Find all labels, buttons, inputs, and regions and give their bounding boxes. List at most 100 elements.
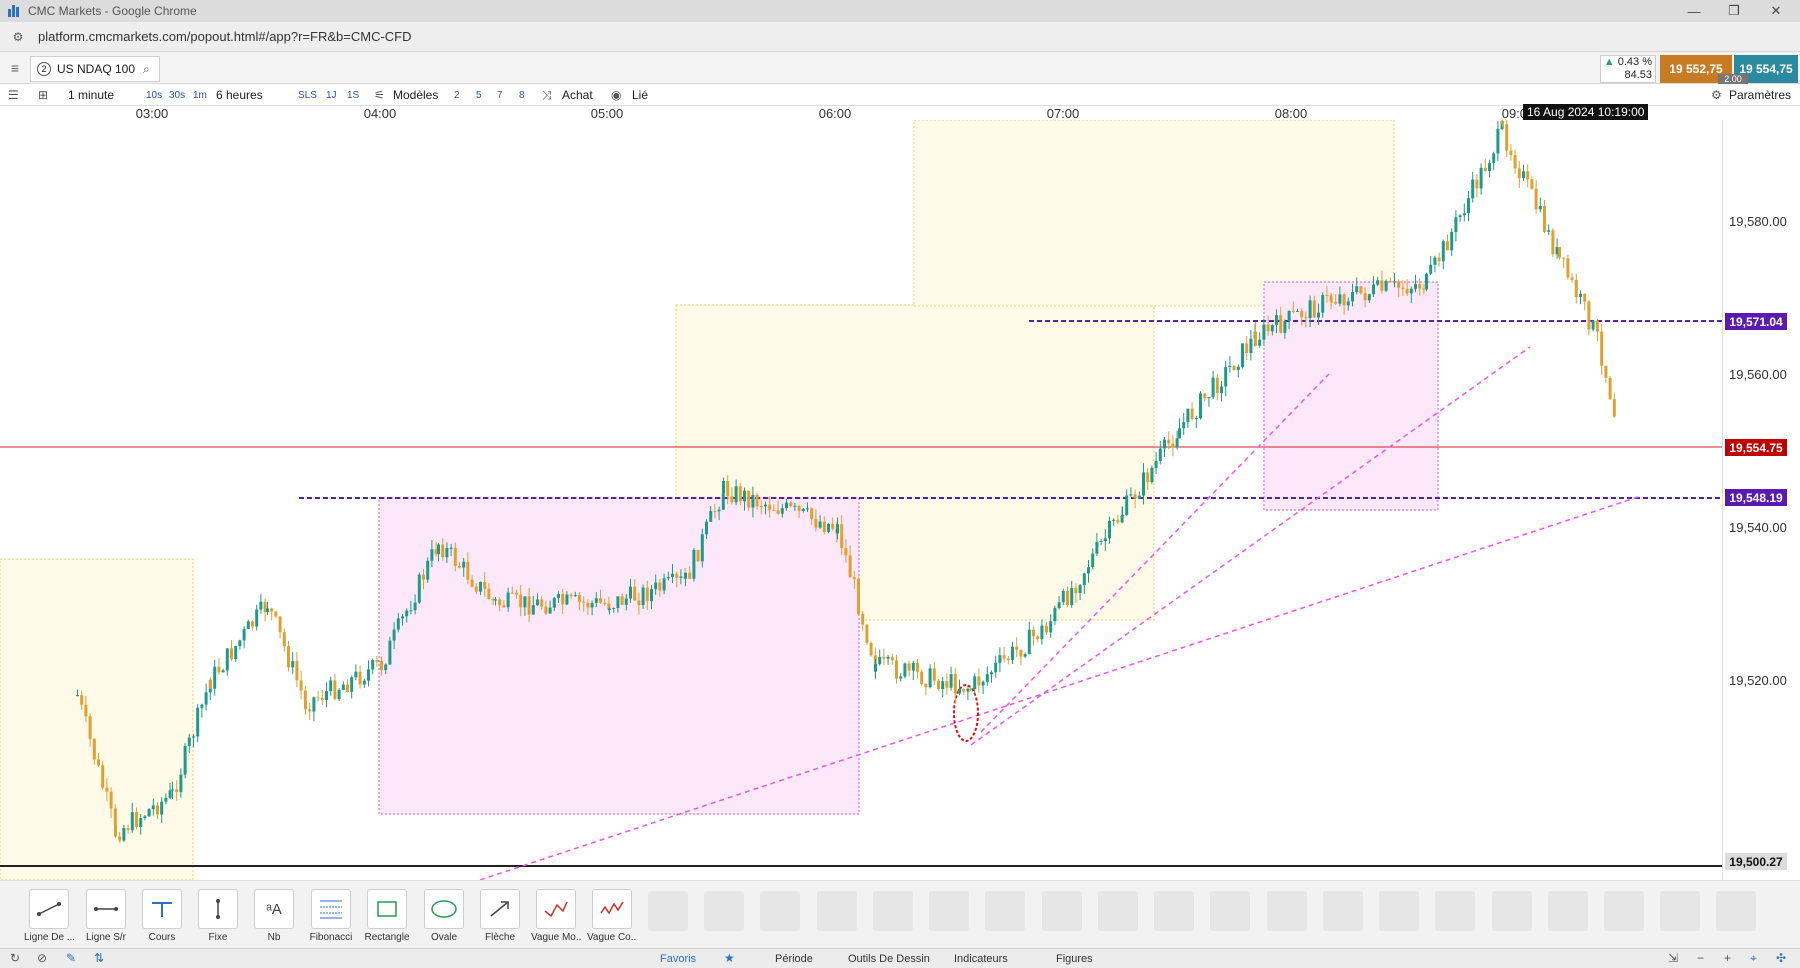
clear-icon[interactable]: ⊘ [37, 951, 47, 965]
candle [502, 605, 506, 608]
tool-arrow[interactable]: Flèche [475, 889, 525, 943]
candle [608, 608, 611, 610]
candle [266, 608, 269, 613]
instrument-tab[interactable]: 2 US NDAQ 100 ⌕ [30, 56, 160, 82]
candle [1296, 310, 1299, 312]
tool-sr-line[interactable]: Ligne S/r [81, 889, 131, 943]
empty-tool-slot[interactable] [760, 891, 800, 931]
minimize-icon[interactable]: — [1674, 0, 1714, 22]
interval-select[interactable]: 1 minute [68, 86, 114, 104]
empty-tool-slot[interactable] [929, 891, 969, 931]
zoom-out-icon[interactable]: − [1697, 951, 1704, 965]
models-button[interactable]: Modèles [393, 86, 438, 104]
empty-tool-slot[interactable] [648, 891, 688, 931]
candle [1291, 310, 1295, 312]
candle [772, 510, 776, 512]
candle [523, 596, 527, 608]
model-8[interactable]: 8 [519, 86, 525, 104]
quick-interval-30s[interactable]: 30s [169, 86, 185, 104]
empty-tool-slot[interactable] [704, 891, 744, 931]
trade-icon[interactable]: ⤨ [542, 86, 552, 104]
move-icon[interactable]: ✣ [1776, 951, 1786, 965]
tab-indicators[interactable]: Indicateurs [954, 951, 1008, 967]
url-text[interactable]: platform.cmcmarkets.com/popout.html#/app… [38, 29, 412, 44]
refresh-icon[interactable]: ↻ [10, 951, 20, 965]
zone-rect[interactable] [913, 119, 1395, 307]
tab-drawing-tools[interactable]: Outils De Dessin [848, 951, 930, 967]
quick-range-1j[interactable]: 1J [326, 86, 337, 104]
menu-icon[interactable]: ≡ [4, 58, 26, 78]
candle [1355, 286, 1359, 293]
zoom-in-icon[interactable]: + [1724, 951, 1731, 965]
candle [612, 608, 616, 610]
tab-figures[interactable]: Figures [1056, 951, 1093, 967]
candle [1372, 284, 1375, 295]
zone-rect[interactable] [0, 558, 194, 881]
crosshair-icon[interactable]: ⌖ [1750, 951, 1757, 966]
model-7[interactable]: 7 [497, 86, 503, 104]
tab-period[interactable]: Période [775, 951, 813, 967]
candle [1167, 439, 1171, 444]
layout-grid-icon[interactable]: ⊞ [38, 86, 48, 104]
empty-tool-slot[interactable] [1379, 891, 1419, 931]
tool-fibonacci[interactable]: Fibonacci [306, 889, 356, 943]
magnet-icon[interactable]: ⇅ [94, 951, 104, 965]
tool-fixed[interactable]: Fixe [193, 889, 243, 943]
candle [658, 582, 662, 591]
close-icon[interactable]: ✕ [1756, 0, 1796, 22]
tool-corrective-wave[interactable]: Vague Co... [587, 889, 637, 943]
site-settings-icon[interactable]: ⚙ [10, 29, 26, 45]
quick-range-1s[interactable]: 1S [347, 86, 359, 104]
list-icon[interactable]: ☰ [8, 86, 19, 104]
empty-tool-slot[interactable] [1604, 891, 1644, 931]
empty-tool-slot[interactable] [1267, 891, 1307, 931]
price-chart[interactable] [0, 119, 1722, 881]
empty-tool-slot[interactable] [873, 891, 913, 931]
tool-impulse-wave[interactable]: Vague Mo... [531, 889, 581, 943]
settings-gear-icon[interactable]: ⚙ [1711, 86, 1722, 104]
candlestick-chart[interactable] [0, 119, 1722, 881]
empty-tool-slot[interactable] [1716, 891, 1756, 931]
empty-tool-slot[interactable] [985, 891, 1025, 931]
empty-tool-slot[interactable] [1660, 891, 1700, 931]
search-icon[interactable]: ⌕ [143, 62, 150, 77]
pencil-icon[interactable]: ✎ [66, 951, 76, 965]
range-select[interactable]: 6 heures [216, 86, 263, 104]
tool-rectangle[interactable]: Rectangle [362, 889, 412, 943]
candle [557, 593, 560, 599]
tab-favorites[interactable]: Favoris [660, 951, 696, 967]
empty-tool-slot[interactable] [1492, 891, 1532, 931]
buy-mode-button[interactable]: Achat [562, 86, 593, 104]
linked-button[interactable]: Lié [632, 86, 648, 104]
candle [295, 661, 299, 681]
tool-price[interactable]: Cours [137, 889, 187, 943]
empty-tool-slot[interactable] [1323, 891, 1363, 931]
candle [924, 684, 928, 688]
empty-tool-slot[interactable] [1154, 891, 1194, 931]
star-icon[interactable]: ★ [724, 951, 735, 965]
quick-interval-10s[interactable]: 10s [146, 86, 162, 104]
layout-icon[interactable]: ⇲ [1668, 951, 1678, 965]
restore-icon[interactable]: ❐ [1714, 0, 1754, 22]
address-bar[interactable]: ⚙ platform.cmcmarkets.com/popout.html#/a… [0, 22, 1800, 52]
empty-tool-slot[interactable] [817, 891, 857, 931]
empty-tool-slot[interactable] [1435, 891, 1475, 931]
empty-tool-slot[interactable] [1098, 891, 1138, 931]
candle [895, 660, 898, 679]
tool-text[interactable]: ᵃA Nb [249, 889, 299, 943]
empty-tool-slot[interactable] [1548, 891, 1588, 931]
tool-line[interactable]: Ligne De ... [24, 889, 74, 943]
candle [88, 716, 92, 739]
quick-range-sls[interactable]: SLS [298, 86, 317, 104]
empty-tool-slot[interactable] [1042, 891, 1082, 931]
model-2[interactable]: 2 [454, 86, 460, 104]
tool-ellipse[interactable]: Ovale [419, 889, 469, 943]
model-5[interactable]: 5 [476, 86, 482, 104]
candle [822, 521, 826, 532]
quick-interval-1m[interactable]: 1m [193, 86, 207, 104]
eye-icon[interactable]: ◉ [611, 86, 621, 104]
candle [603, 602, 607, 604]
settings-button[interactable]: Paramètres [1729, 86, 1791, 104]
models-icon[interactable]: ⚟ [374, 86, 385, 104]
empty-tool-slot[interactable] [1210, 891, 1250, 931]
